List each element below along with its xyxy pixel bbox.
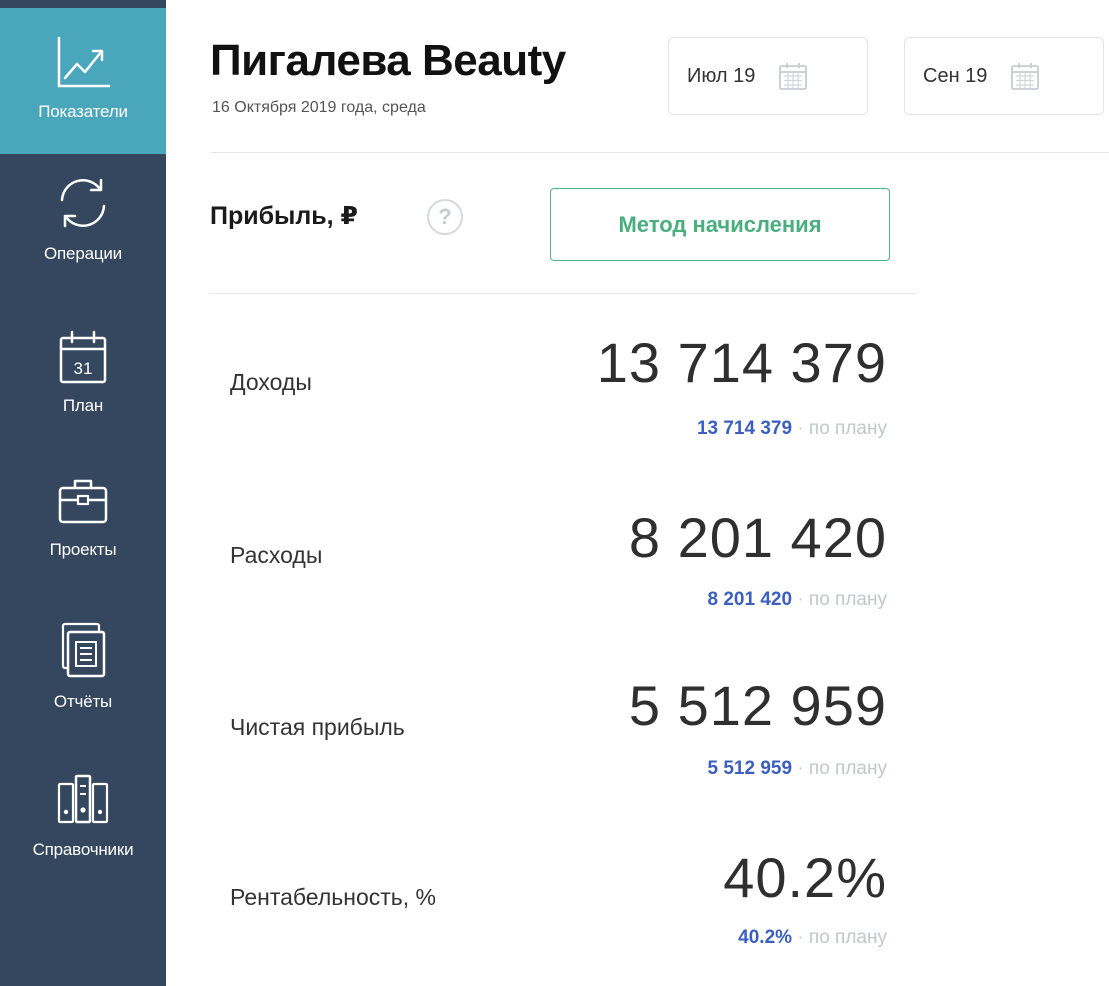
sidebar-item-label: Справочники [32, 840, 134, 859]
calendar-icon: 31 [59, 330, 107, 384]
date-to-value: Сен 19 [923, 64, 988, 87]
plan-separator: · [797, 758, 804, 779]
plan-value: 40.2% [738, 927, 793, 948]
plan-separator: · [797, 418, 804, 439]
plan-separator: · [797, 589, 804, 610]
calendar-icon [1011, 63, 1040, 90]
metric-label-income: Доходы [230, 369, 312, 395]
date-from-value: Июл 19 [687, 64, 756, 87]
plan-suffix: по плану [808, 418, 887, 439]
date-to-picker[interactable]: Сен 19 [904, 37, 1104, 115]
metric-label-profitability: Рентабельность, % [230, 884, 436, 910]
metric-plan-net-profit: 5 512 959 · по плану [708, 758, 888, 780]
date-from-picker[interactable]: Июл 19 [668, 37, 868, 115]
header-divider [210, 152, 1109, 153]
sidebar: Показатели Операции 31 План Проекты Отчё… [0, 0, 166, 986]
sync-icon [60, 178, 106, 228]
sidebar-item-projects[interactable]: Проекты [0, 472, 166, 592]
page-title: Пигалева Beauty [210, 36, 566, 85]
briefcase-icon [58, 479, 108, 524]
plan-separator: · [797, 927, 804, 948]
sidebar-item-label: Показатели [38, 102, 128, 121]
plan-suffix: по плану [808, 758, 887, 779]
metric-value-net-profit: 5 512 959 [628, 674, 887, 737]
profit-divider [210, 293, 916, 294]
reports-icon [61, 622, 106, 678]
metric-plan-income: 13 714 379 · по плану [697, 418, 887, 440]
sidebar-item-reports[interactable]: Отчёты [0, 620, 166, 740]
sidebar-item-label: Операции [44, 244, 122, 263]
accrual-method-button[interactable]: Метод начисления [550, 188, 890, 261]
sidebar-item-indicators[interactable]: Показатели [0, 8, 166, 154]
plan-value: 13 714 379 [696, 418, 793, 439]
metric-value-income: 13 714 379 [596, 331, 887, 394]
sidebar-item-label: Отчёты [53, 692, 113, 711]
plan-suffix: по плану [808, 589, 887, 610]
metric-value-expenses: 8 201 420 [628, 506, 887, 569]
plan-value: 8 201 420 [707, 589, 793, 610]
sidebar-item-label: Проекты [49, 540, 117, 559]
profit-title: Прибыль, ₽ [210, 202, 358, 230]
sidebar-item-operations[interactable]: Операции [0, 172, 166, 302]
metric-plan-expenses: 8 201 420 · по плану [708, 589, 888, 611]
page-date: 16 Октября 2019 года, среда [212, 99, 426, 116]
svg-text:31: 31 [74, 359, 93, 378]
sidebar-item-plan[interactable]: 31 План [0, 328, 166, 448]
sidebar-item-label: План [62, 396, 104, 415]
calendar-icon [779, 63, 808, 90]
help-icon[interactable]: ? [427, 199, 463, 235]
metric-label-expenses: Расходы [230, 542, 323, 568]
plan-suffix: по плану [808, 927, 887, 948]
metric-value-profitability: 40.2% [723, 846, 887, 909]
metric-label-net-profit: Чистая прибыль [230, 714, 405, 740]
sidebar-item-directories[interactable]: Справочники [0, 770, 166, 890]
metric-plan-profitability: 40.2% · по плану [738, 927, 887, 949]
chart-line-icon [57, 36, 111, 88]
plan-value: 5 512 959 [707, 758, 793, 779]
directory-icon [57, 774, 109, 824]
